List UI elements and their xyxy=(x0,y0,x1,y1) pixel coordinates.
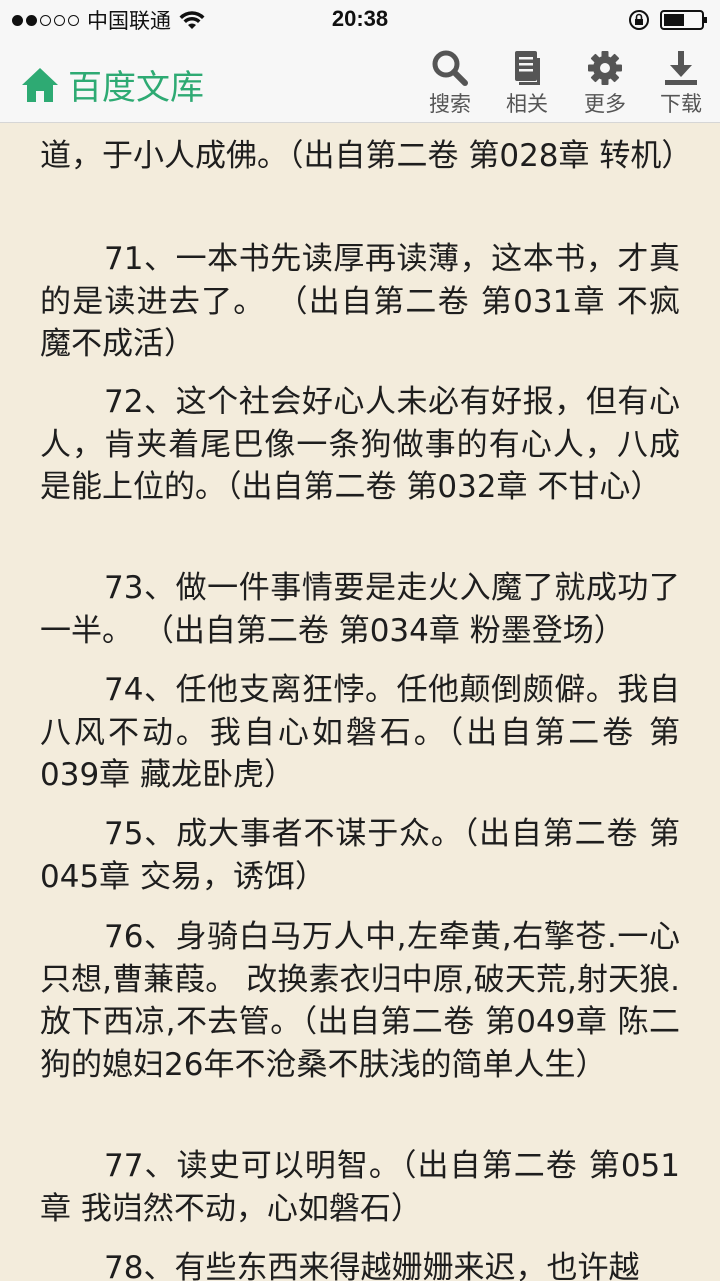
more-button[interactable]: 更多 xyxy=(570,48,640,118)
document-icon xyxy=(515,51,540,85)
brand-home-link[interactable]: 百度文库 xyxy=(20,60,204,109)
app-title: 百度文库 xyxy=(68,68,204,108)
paragraph-72: 72、这个社会好心人未必有好报，但有心人，肯夹着尾巴像一条狗做事的有心人，八成是… xyxy=(40,384,680,505)
related-label: 相关 xyxy=(506,92,548,116)
download-button[interactable]: 下载 xyxy=(646,48,716,118)
app-toolbar: 百度文库 搜索 相关 更多 下载 xyxy=(0,40,720,123)
download-icon xyxy=(665,51,697,85)
paragraph-74: 74、任他支离狂悖。任他颠倒颇僻。我自八风不动。我自心如磐石。（出自第二卷 第0… xyxy=(40,672,680,793)
paragraph-76: 76、身骑白马万人中,左牵黄,右擎苍.一心只想,曹蒹葭。 改换素衣归中原,破天荒… xyxy=(40,919,680,1083)
paragraph-77: 77、读史可以明智。（出自第二卷 第051章 我岿然不动，心如磐石） xyxy=(40,1148,680,1227)
paragraph-71: 71、一本书先读厚再读薄，这本书，才真的是读进去了。 （出自第二卷 第031章 … xyxy=(40,241,680,362)
gear-icon xyxy=(588,51,622,85)
battery-icon xyxy=(660,10,707,30)
paragraph-78: 78、有些东西来得越姗姗来迟，也许越 xyxy=(104,1250,640,1281)
related-button[interactable]: 相关 xyxy=(492,48,562,118)
paragraph-70-tail: 道，于小人成佛。（出自第二卷 第028章 转机） xyxy=(40,138,693,174)
search-label: 搜索 xyxy=(429,92,471,116)
paragraph-75: 75、成大事者不谋于众。（出自第二卷 第045章 交易，诱饵） xyxy=(40,816,680,895)
rotation-lock-icon xyxy=(629,10,649,30)
search-button[interactable]: 搜索 xyxy=(415,48,485,118)
download-label: 下载 xyxy=(660,92,702,116)
paragraph-73: 73、做一件事情要是走火入魔了就成功了一半。 （出自第二卷 第034章 粉墨登场… xyxy=(40,570,680,649)
document-content[interactable]: 道，于小人成佛。（出自第二卷 第028章 转机） 71、一本书先读厚再读薄，这本… xyxy=(0,123,720,1281)
status-bar: 中国联通 20:38 xyxy=(0,0,720,40)
home-icon xyxy=(22,67,58,102)
status-time: 20:38 xyxy=(331,6,389,31)
more-label: 更多 xyxy=(584,92,626,116)
search-icon xyxy=(432,50,468,86)
